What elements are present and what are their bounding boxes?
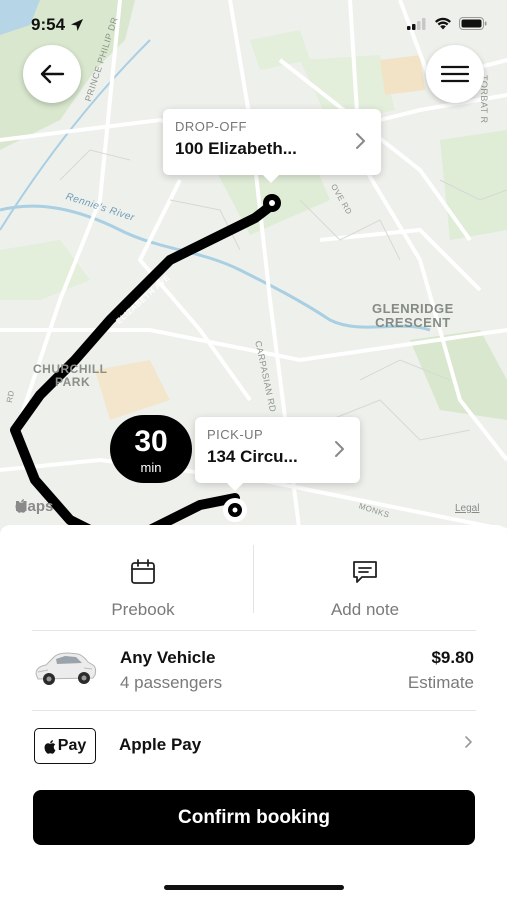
dropoff-address: 100 Elizabeth... [175,139,297,158]
vehicle-passengers: 4 passengers [120,673,223,692]
status-time: 9:54 [31,15,84,35]
hamburger-menu-icon [441,65,469,83]
eta-badge: 30 min [110,415,192,483]
pickup-label: PICK-UP [207,427,264,442]
menu-button[interactable] [426,45,484,103]
back-button[interactable] [23,45,81,103]
confirm-booking-button[interactable]: Confirm booking [33,790,475,845]
note-bubble-icon [353,561,377,583]
action-divider [253,545,254,613]
eta-unit: min [140,460,162,475]
vehicle-name: Any Vehicle [120,648,216,667]
dropoff-callout[interactable]: DROP-OFF 100 Elizabeth... [163,109,381,183]
prebook-button[interactable]: Prebook [32,545,254,633]
booking-sheet: Prebook Add note Any Vehicle 4 passenger… [0,525,507,900]
calendar-icon [131,559,155,584]
status-bar: 9:54 [0,0,507,50]
chevron-right-icon [465,736,472,748]
fare-estimate-label: Estimate [407,673,474,692]
prebook-label: Prebook [111,600,175,619]
car-icon [35,652,97,685]
vehicle-option[interactable]: Any Vehicle 4 passengers $9.80 Estimate [32,638,476,704]
cellular-signal-icon [407,17,426,30]
maps-attribution: Maps [15,498,54,515]
arrow-left-icon [40,64,65,84]
map-label-glenridge: GLENRIDGE CRESCENT [372,301,454,330]
pickup-address: 134 Circu... [207,447,298,466]
location-arrow-icon [71,19,84,31]
action-row: Prebook Add note [32,545,476,633]
chevron-right-icon [356,133,365,149]
eta-value: 30 [134,425,168,458]
payment-method-row[interactable]: Pay Apple Pay [32,723,476,767]
pickup-callout[interactable]: PICK-UP 134 Circu... [195,417,360,491]
dropoff-label: DROP-OFF [175,119,247,134]
divider [32,710,476,711]
apple-logo-icon [15,499,27,513]
apple-pay-badge: Pay [34,728,96,764]
home-indicator[interactable] [164,885,344,890]
fare-price: $9.80 [431,648,474,667]
divider [32,630,476,631]
payment-method-label: Apple Pay [119,735,202,754]
status-icons [407,17,487,30]
map-label-churchill-park: CHURCHILL PARK [33,362,108,389]
wifi-icon [435,17,451,30]
battery-icon [459,17,487,30]
legal-link[interactable]: Legal [455,503,479,514]
add-note-button[interactable]: Add note [254,545,476,633]
add-note-label: Add note [330,600,400,619]
chevron-right-icon [335,441,344,457]
apple-logo-icon [44,739,56,754]
